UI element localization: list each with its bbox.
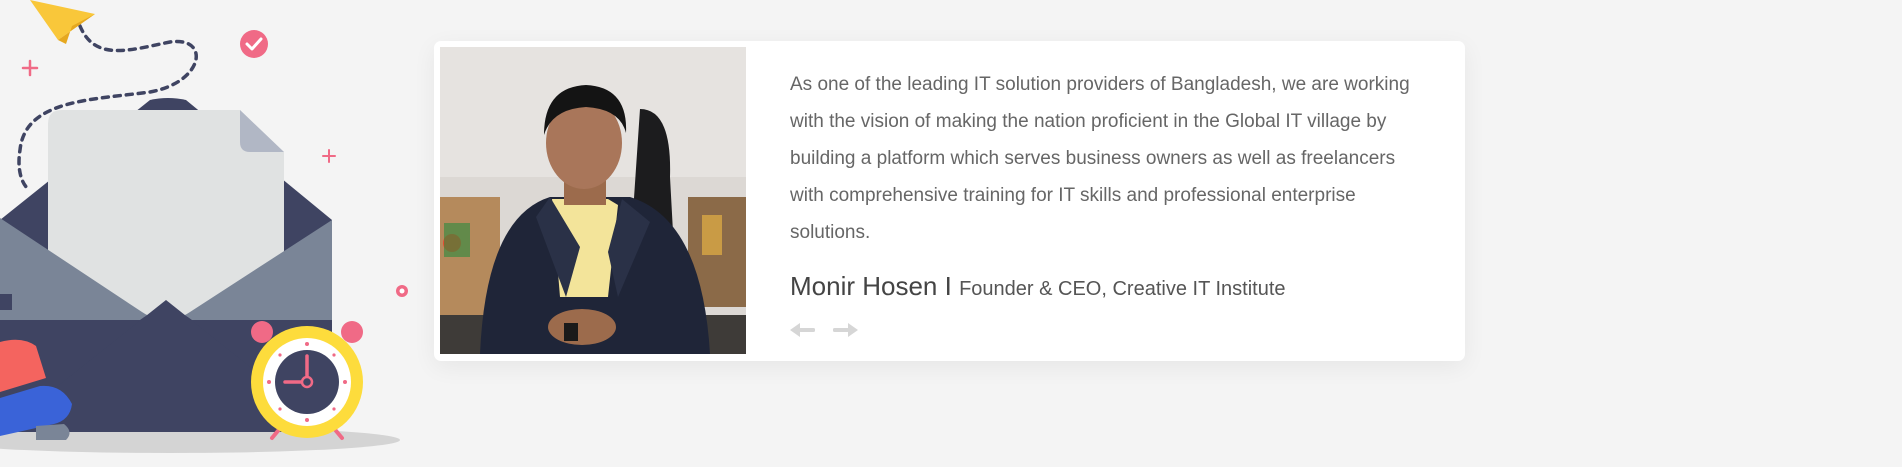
plus-icon (322, 149, 336, 163)
ceo-photo (440, 47, 746, 354)
next-button[interactable] (830, 319, 860, 341)
decorative-illustration (0, 0, 434, 462)
arrow-right-icon (833, 323, 858, 337)
alarm-clock-icon (251, 321, 363, 440)
testimonial-author: Monir Hosen I Founder & CEO, Creative IT… (790, 271, 1286, 302)
author-name: Monir Hosen I (790, 271, 952, 301)
portrait-image (440, 47, 746, 354)
plus-icon (21, 59, 39, 77)
arrow-left-icon (790, 323, 815, 337)
testimonial-card: As one of the leading IT solution provid… (434, 41, 1465, 361)
previous-button[interactable] (788, 319, 818, 341)
check-badge-icon (240, 30, 268, 58)
testimonial-navigation (788, 319, 860, 341)
testimonial-quote: As one of the leading IT solution provid… (790, 74, 1410, 243)
author-role: Founder & CEO, Creative IT Institute (959, 278, 1286, 300)
